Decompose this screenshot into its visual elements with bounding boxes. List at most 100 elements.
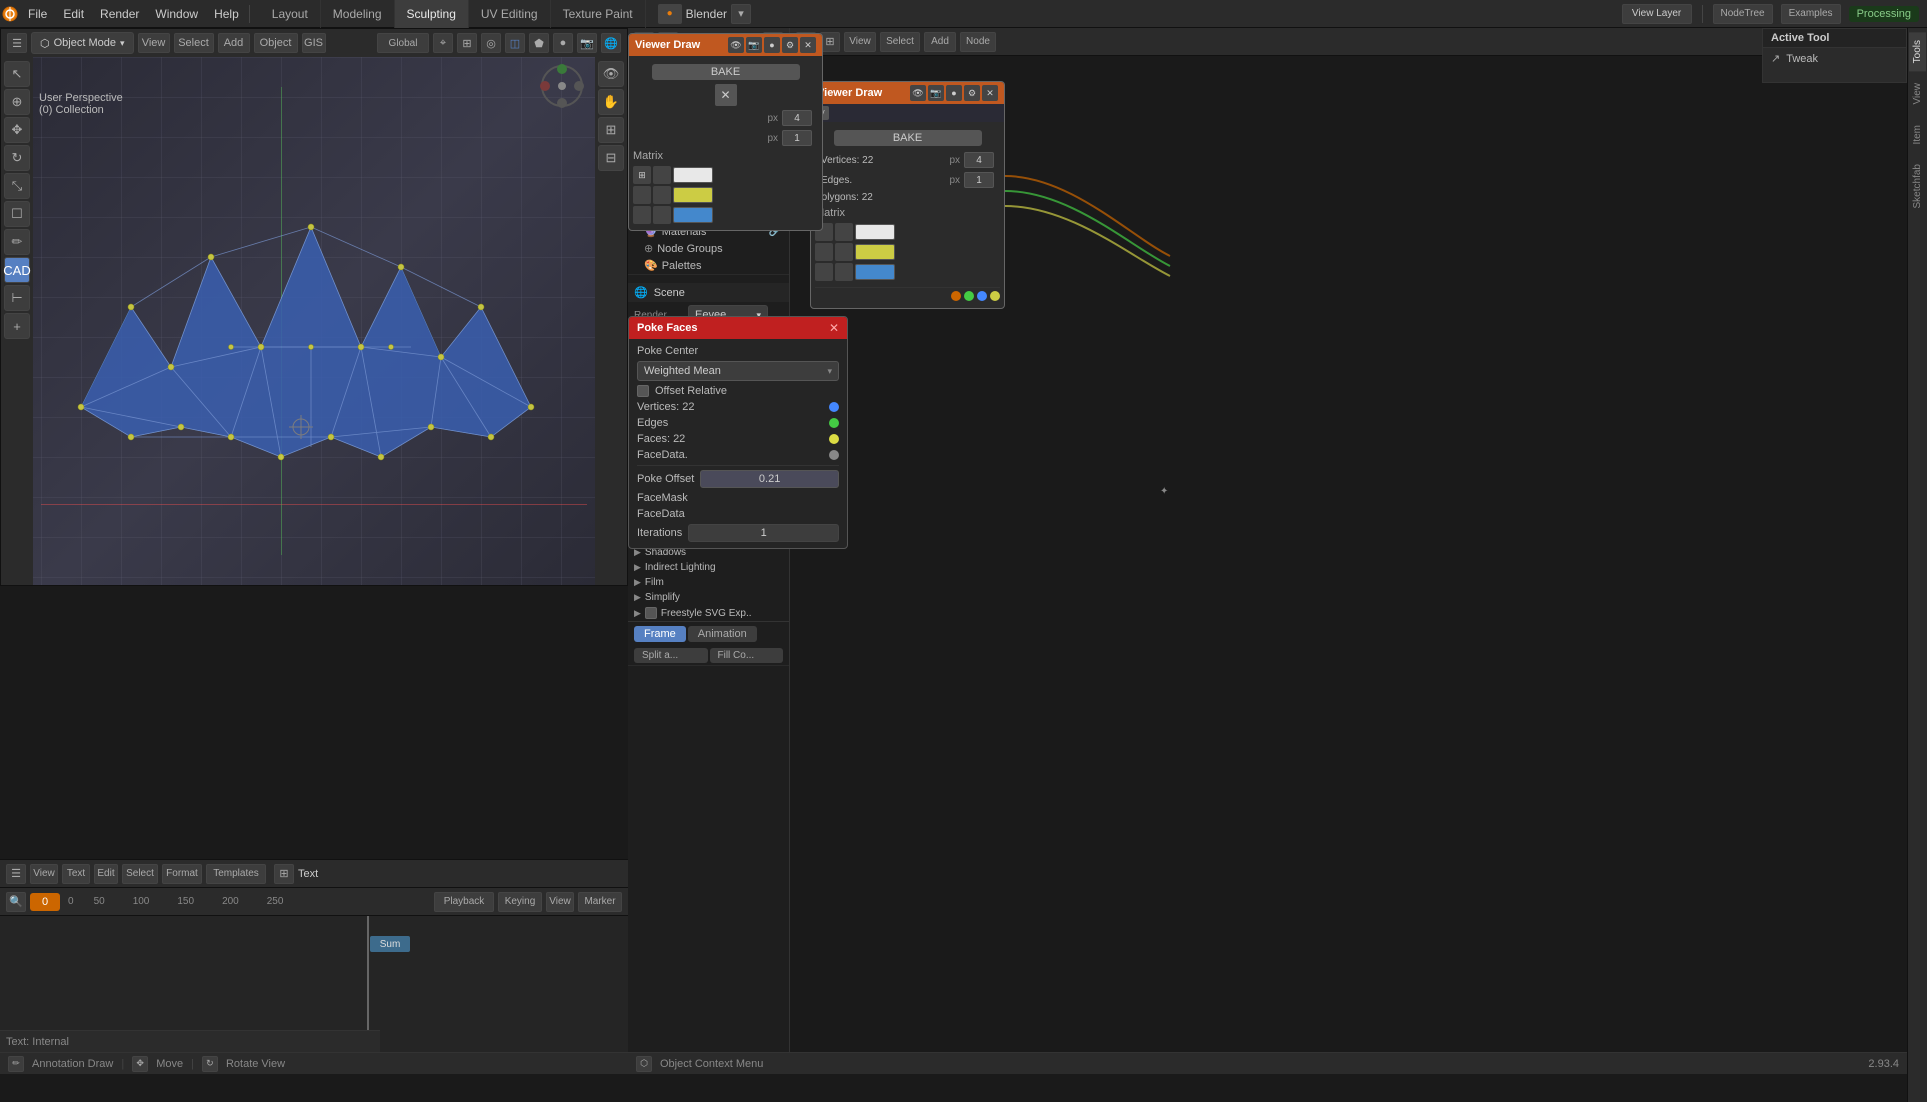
- view-layer-icon[interactable]: View Layer: [1622, 4, 1692, 24]
- annotate-tool[interactable]: ✏: [4, 229, 30, 255]
- swatch-blue[interactable]: [673, 207, 713, 223]
- poke-offset-field[interactable]: 0.21: [700, 470, 839, 488]
- ne-view-btn[interactable]: View: [844, 32, 876, 52]
- grid-icon[interactable]: ⊟: [598, 145, 624, 171]
- frame-tab[interactable]: Frame: [634, 626, 686, 642]
- weighted-mean-dropdown[interactable]: Weighted Mean ▾: [637, 361, 839, 381]
- ne-select-btn[interactable]: Select: [880, 32, 920, 52]
- vd-x-icon[interactable]: ✕: [800, 37, 816, 53]
- indirect-row[interactable]: ▶ Indirect Lighting: [628, 560, 789, 575]
- ne-sw-3b[interactable]: [835, 263, 853, 281]
- workspace-texture-paint[interactable]: Texture Paint: [551, 0, 646, 28]
- offset-rel-cb[interactable]: [637, 385, 649, 397]
- transform-icon[interactable]: ⌖: [433, 33, 453, 53]
- poke-close-icon[interactable]: ✕: [829, 321, 839, 335]
- tl-select-btn[interactable]: Select: [122, 864, 158, 884]
- examples-btn[interactable]: Examples: [1781, 4, 1841, 24]
- swatch-icon-2b[interactable]: [653, 186, 671, 204]
- world-icon[interactable]: 🌐: [601, 33, 621, 53]
- ne-swatch-blue[interactable]: [855, 264, 895, 280]
- tl-menu[interactable]: ☰: [6, 864, 26, 884]
- iterations-field[interactable]: 1: [688, 524, 839, 542]
- swatch-icon-2a[interactable]: [633, 186, 651, 204]
- px-field-1[interactable]: 4: [782, 110, 812, 126]
- bake-btn-top[interactable]: BAKE: [652, 64, 800, 80]
- palettes-item[interactable]: 🎨 Palettes: [628, 257, 789, 274]
- swatch-yellow[interactable]: [673, 187, 713, 203]
- split-btn[interactable]: Split a...: [634, 648, 708, 663]
- tl-view-btn2[interactable]: View: [546, 892, 574, 912]
- vd-eye-icon[interactable]: 👁: [728, 37, 744, 53]
- ne-swatch-yellow[interactable]: [855, 244, 895, 260]
- select-btn[interactable]: Select: [174, 33, 214, 53]
- vd-cam-icon[interactable]: 📷: [746, 37, 762, 53]
- measure-tool[interactable]: ⊢: [4, 285, 30, 311]
- cad-tool[interactable]: CAD: [4, 257, 30, 283]
- move-tool[interactable]: ✥: [4, 117, 30, 143]
- workspace-sculpting[interactable]: Sculpting: [395, 0, 469, 28]
- vd-circle-icon[interactable]: ●: [764, 37, 780, 53]
- ne-swatch-white[interactable]: [855, 224, 895, 240]
- ne-add-btn[interactable]: Add: [924, 32, 956, 52]
- ne-node-btn[interactable]: Node: [960, 32, 996, 52]
- film-row[interactable]: ▶ Film: [628, 575, 789, 590]
- vd-gear-icon[interactable]: ⚙: [782, 37, 798, 53]
- object-btn[interactable]: Object: [254, 33, 298, 53]
- tl-edit-btn[interactable]: Edit: [94, 864, 118, 884]
- tl-format-btn[interactable]: Format: [162, 864, 202, 884]
- rotate-tool[interactable]: ↻: [4, 145, 30, 171]
- swatch-icon-1b[interactable]: [653, 166, 671, 184]
- overlay-icon[interactable]: ◫: [505, 33, 525, 53]
- add-mesh-tool[interactable]: +: [4, 313, 30, 339]
- vtab-item[interactable]: Item: [1909, 117, 1926, 152]
- mode-dropdown[interactable]: ⬡ Object Mode ▾: [31, 32, 134, 54]
- swatch-icon-3a[interactable]: [633, 206, 651, 224]
- playback-btn[interactable]: Playback: [434, 892, 494, 912]
- viewport-navigation[interactable]: [537, 61, 587, 111]
- menu-window[interactable]: Window: [147, 0, 206, 27]
- workspace-modeling[interactable]: Modeling: [321, 0, 395, 28]
- viewport-menu-icon[interactable]: ☰: [7, 33, 27, 53]
- tl-move-icon[interactable]: ✥: [132, 1056, 148, 1072]
- ne-filter-icon[interactable]: ⊞: [820, 32, 840, 52]
- ne-vd-cam[interactable]: 📷: [928, 85, 944, 101]
- current-frame-display[interactable]: 0: [30, 893, 60, 911]
- hand-tool[interactable]: ✋: [598, 89, 624, 115]
- workspace-uv-editing[interactable]: UV Editing: [469, 0, 551, 28]
- sb-context-icon[interactable]: ⬡: [636, 1056, 652, 1072]
- camera-icon[interactable]: 📷: [577, 33, 597, 53]
- ne-vd-eye[interactable]: 👁: [910, 85, 926, 101]
- vd-top-extra[interactable]: ✕: [715, 84, 737, 106]
- vtab-tools[interactable]: Tools: [1909, 32, 1926, 71]
- tl-text-btn[interactable]: Text: [62, 864, 90, 884]
- shading-icon[interactable]: ⬟: [529, 33, 549, 53]
- gis-btn[interactable]: GIS: [302, 33, 326, 53]
- ne-px-1[interactable]: 4: [964, 152, 994, 168]
- select-tool[interactable]: ↖: [4, 61, 30, 87]
- freestyle-row[interactable]: ▶ Freestyle SVG Exp..: [628, 605, 789, 621]
- menu-help[interactable]: Help: [206, 0, 247, 27]
- tl-search-icon[interactable]: 🔍: [6, 892, 26, 912]
- scene-selector[interactable]: ●: [658, 4, 682, 24]
- transform-tool[interactable]: ☐: [4, 201, 30, 227]
- animation-tab[interactable]: Animation: [688, 626, 757, 642]
- tl-type-icon[interactable]: ⊞: [274, 864, 294, 884]
- keying-btn[interactable]: Keying: [498, 892, 542, 912]
- ne-sw-3a[interactable]: [815, 263, 833, 281]
- fs-cb[interactable]: [645, 607, 657, 619]
- swatch-icon-3b[interactable]: [653, 206, 671, 224]
- simplify-row[interactable]: ▶ Simplify: [628, 590, 789, 605]
- ne-vd-x[interactable]: ✕: [982, 85, 998, 101]
- marker-btn[interactable]: Marker: [578, 892, 622, 912]
- viewport-canvas[interactable]: User Perspective (0) Collection: [1, 57, 627, 585]
- menu-render[interactable]: Render: [92, 0, 147, 27]
- cursor-tool[interactable]: ⊕: [4, 89, 30, 115]
- tweak-item[interactable]: ↗ Tweak: [1763, 48, 1906, 69]
- menu-edit[interactable]: Edit: [55, 0, 92, 27]
- proportional-icon[interactable]: ◎: [481, 33, 501, 53]
- ne-sw-2b[interactable]: [835, 243, 853, 261]
- ne-vd-gear[interactable]: ⚙: [964, 85, 980, 101]
- snap-icon[interactable]: ⊞: [457, 33, 477, 53]
- rendered-icon[interactable]: ●: [553, 33, 573, 53]
- swatch-white[interactable]: [673, 167, 713, 183]
